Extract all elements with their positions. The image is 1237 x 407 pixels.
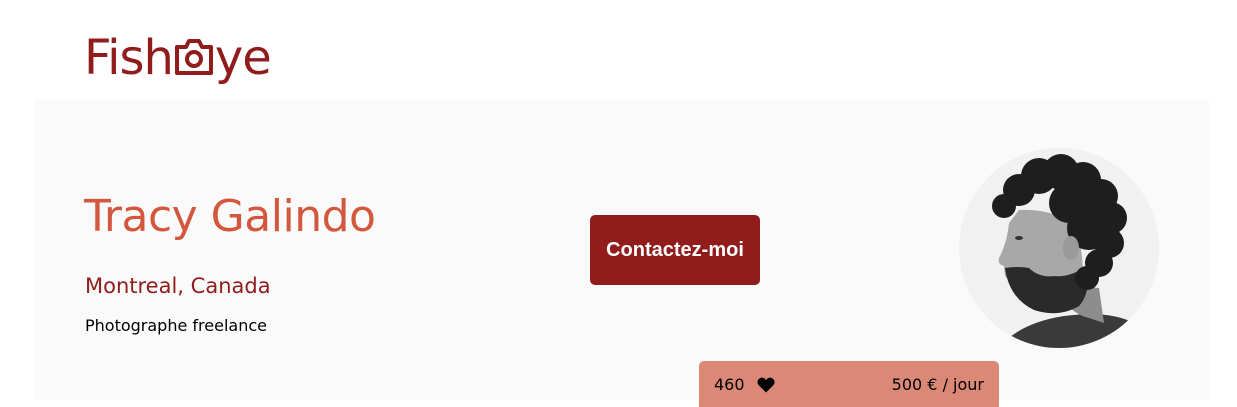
daily-rate: 500 € / jour bbox=[891, 375, 984, 394]
site-header: Fish ye bbox=[0, 0, 1237, 100]
logo-text-end: ye bbox=[214, 30, 272, 86]
contact-button[interactable]: Contactez-moi bbox=[590, 215, 760, 285]
stats-box: 460 500 € / jour bbox=[699, 361, 999, 407]
photographer-location: Montreal, Canada bbox=[85, 274, 271, 298]
camera-icon bbox=[174, 38, 214, 76]
photographer-tagline: Photographe freelance bbox=[85, 316, 267, 335]
logo-text-start: Fish bbox=[84, 30, 174, 86]
photographer-header: Tracy Galindo Montreal, Canada Photograp… bbox=[34, 100, 1209, 400]
photographer-name: Tracy Galindo bbox=[84, 191, 376, 242]
heart-icon bbox=[757, 377, 775, 393]
fisheye-logo[interactable]: Fish ye bbox=[84, 22, 272, 86]
total-likes: 460 bbox=[714, 375, 745, 394]
photographer-portrait bbox=[959, 148, 1159, 348]
